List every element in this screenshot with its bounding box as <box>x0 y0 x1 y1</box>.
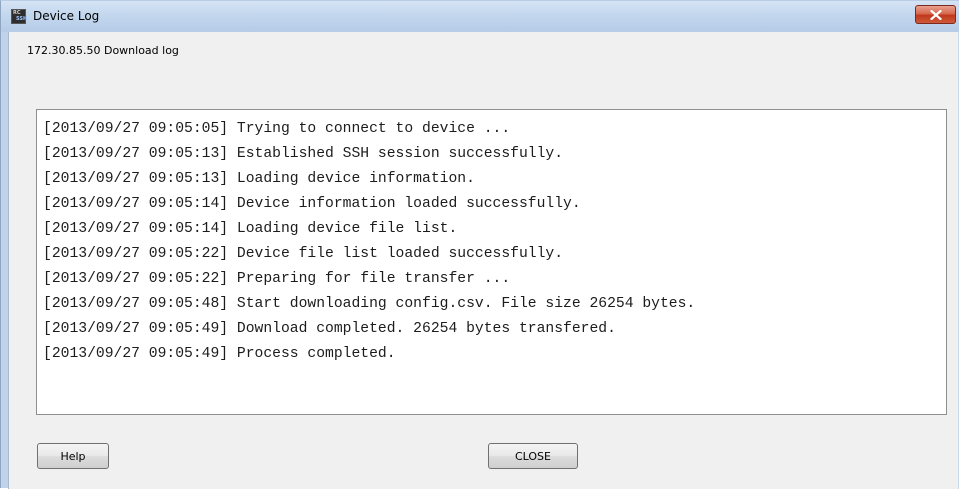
title-bar[interactable]: RC SSH Device Log <box>1 1 959 32</box>
log-text-area[interactable]: [2013/09/27 09:05:05] Trying to connect … <box>36 109 947 415</box>
log-line: [2013/09/27 09:05:49] Download completed… <box>43 321 616 337</box>
close-icon <box>929 9 942 20</box>
log-line: [2013/09/27 09:05:49] Process completed. <box>43 346 396 362</box>
log-line: [2013/09/27 09:05:48] Start downloading … <box>43 296 696 312</box>
log-line: [2013/09/27 09:05:13] Loading device inf… <box>43 171 475 187</box>
log-line: [2013/09/27 09:05:14] Device information… <box>43 196 581 212</box>
app-icon: RC SSH <box>11 9 28 24</box>
app-icon-text-bottom: SSH <box>16 16 28 22</box>
log-line: [2013/09/27 09:05:13] Established SSH se… <box>43 146 564 162</box>
log-line: [2013/09/27 09:05:22] Preparing for file… <box>43 271 511 287</box>
help-button[interactable]: Help <box>37 443 109 469</box>
device-log-window: RC SSH Device Log 172.30.85.50 Download … <box>0 0 959 489</box>
window-title: Device Log <box>33 9 100 23</box>
log-line: [2013/09/27 09:05:05] Trying to connect … <box>43 121 511 137</box>
log-line: [2013/09/27 09:05:22] Device file list l… <box>43 246 564 262</box>
dialog-subtitle: 172.30.85.50 Download log <box>27 44 179 57</box>
log-line: [2013/09/27 09:05:14] Loading device fil… <box>43 221 458 237</box>
window-close-button[interactable] <box>915 5 956 24</box>
close-button[interactable]: CLOSE <box>488 443 578 469</box>
